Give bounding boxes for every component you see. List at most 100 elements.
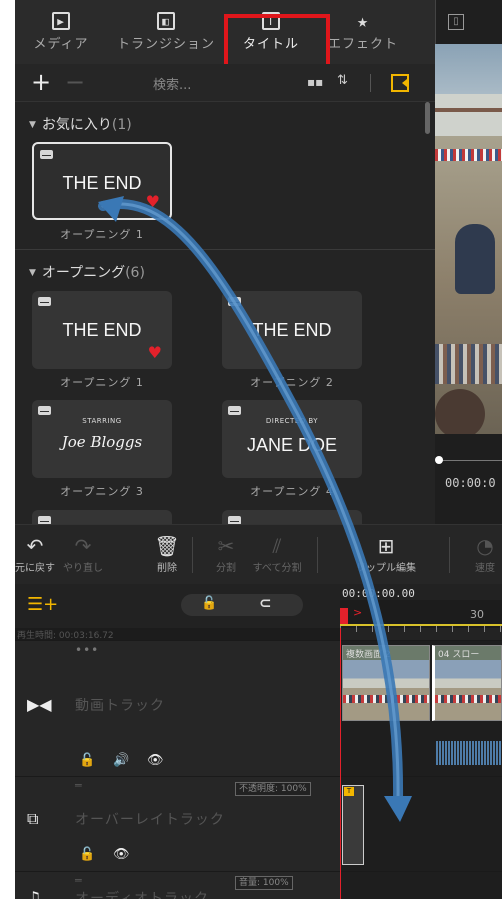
toolbar-divider xyxy=(317,537,318,573)
preview-building xyxy=(435,94,502,136)
preview-crowd xyxy=(435,344,502,384)
audio-track-icon: ♫ xyxy=(27,888,42,899)
card-caption: オープニング 1 xyxy=(60,228,144,241)
overlay-track-icon: ⧉ xyxy=(27,809,39,828)
reorder-handle-icon[interactable]: ═ xyxy=(75,779,82,792)
toolbar-divider xyxy=(449,537,450,573)
preview-controls: 00:00:0 xyxy=(435,434,502,524)
ruler-ticks xyxy=(340,626,502,632)
audio-track-header[interactable]: ═ 音量: 100% ♫ オーディオトラック xyxy=(15,871,340,899)
grid-view-icon[interactable]: ▪▪ xyxy=(307,76,323,88)
library-scrollbar[interactable] xyxy=(425,102,430,134)
opening-header[interactable]: ▼ オープニング(6) xyxy=(29,262,145,282)
video-track-icon: ▶◀ xyxy=(27,695,52,714)
seek-handle[interactable] xyxy=(435,456,443,464)
video-track-header[interactable]: ••• ▶◀ 動画トラック 🔓 🔊 👁 xyxy=(15,640,340,776)
speed-button[interactable]: ◔ 速度 xyxy=(455,533,502,574)
effect-icon: ★ xyxy=(357,10,369,32)
playhead-line xyxy=(340,628,341,899)
timecode: 00:00:00.00 xyxy=(342,587,415,600)
collapse-icon: ▼ xyxy=(29,268,36,278)
toolbar-divider xyxy=(370,74,371,92)
eye-icon[interactable]: 👁 xyxy=(147,753,164,768)
title-tab-highlight xyxy=(224,14,330,70)
library-toolbar: + − 検索... ▪▪ ⇅ xyxy=(15,64,435,102)
preview-toolbar: ▯ xyxy=(435,0,502,44)
add-track-icon[interactable]: ☰+ xyxy=(27,594,58,615)
delete-button[interactable]: 🗑 削除 xyxy=(137,533,197,574)
split-all-icon: ⫽ xyxy=(272,534,282,558)
tab-transition[interactable]: ◧ トランジション xyxy=(107,0,225,64)
audio-track-area[interactable] xyxy=(340,871,502,899)
card-caption: オープニング 1 xyxy=(60,376,144,389)
playhead-arrow-icon: > xyxy=(353,606,363,619)
preview-person xyxy=(455,224,495,294)
title-card-opening-4[interactable]: DIRECTED BY JANE DOE xyxy=(222,400,362,478)
lock-icon[interactable]: 🔓 xyxy=(79,753,95,768)
video-track-area[interactable]: 複数画面 2 04 スロー xyxy=(340,640,502,776)
title-card-opening-1[interactable]: THE END ♥ xyxy=(32,291,172,369)
tab-media[interactable]: ▶ メディア xyxy=(15,0,107,64)
video-preview xyxy=(435,44,502,434)
title-card-opening-5[interactable] xyxy=(32,510,172,524)
transition-icon: ◧ xyxy=(157,12,175,30)
title-card-opening-3[interactable]: STARRING Joe Bloggs xyxy=(32,400,172,478)
reorder-handle-icon[interactable]: ═ xyxy=(75,874,82,887)
video-clip[interactable]: 04 スロー xyxy=(432,645,502,721)
audio-waveform xyxy=(436,741,502,765)
collapse-icon: ▼ xyxy=(29,120,36,130)
remove-button[interactable]: − xyxy=(65,68,85,96)
tab-effect[interactable]: ★ エフェクト xyxy=(317,0,409,64)
overlay-track-header[interactable]: ═ 不透明度: 100% ⧉ オーバーレイトラック 🔓 👁 xyxy=(15,776,340,871)
redo-button[interactable]: ↷ やり直し xyxy=(53,533,113,574)
ruler-mark: 30 xyxy=(470,608,484,621)
add-button[interactable]: + xyxy=(31,68,51,96)
ripple-edit-button[interactable]: ⊞ リップル編集 xyxy=(351,533,421,574)
opacity-field[interactable]: 不透明度: 100% xyxy=(235,782,311,796)
trash-icon: 🗑 xyxy=(154,534,180,558)
lock-icon[interactable]: 🔓 xyxy=(201,596,217,611)
speed-icon: ◔ xyxy=(476,534,494,558)
favorite-heart-icon: ♥ xyxy=(145,192,160,211)
lock-icon[interactable]: 🔓 xyxy=(79,847,95,862)
more-icon[interactable]: ••• xyxy=(75,643,99,657)
title-card-opening-6[interactable] xyxy=(222,510,362,524)
timeline-ruler[interactable]: 30 xyxy=(340,600,502,632)
sort-icon[interactable]: ⇅ xyxy=(337,73,348,88)
title-template-icon xyxy=(38,297,51,306)
favorite-heart-icon: ♥ xyxy=(147,343,162,362)
playhead-handle[interactable] xyxy=(340,608,348,624)
overlay-track-area[interactable] xyxy=(340,776,502,871)
preview-crowd xyxy=(435,149,502,161)
edit-toolbar: ↶ 元に戻す ↷ やり直し 🗑 削除 ✂ 分割 ⫽ すべて分割 ⊞ リップル編集 ◔ 速度 xyxy=(15,524,502,584)
timeline-mode-toggle[interactable] xyxy=(181,594,303,616)
clip-thumbnail xyxy=(343,660,429,720)
crop-icon[interactable]: ▯ xyxy=(448,14,464,30)
duration-label: 再生時間: 00:03:16.72 xyxy=(15,628,340,641)
panel-toggle-icon[interactable] xyxy=(391,74,409,92)
favorites-header[interactable]: ▼ お気に入り(1) xyxy=(29,114,132,134)
volume-field[interactable]: 音量: 100% xyxy=(235,876,293,890)
title-template-icon xyxy=(40,150,53,159)
toolbar-divider xyxy=(192,537,193,573)
title-template-icon xyxy=(38,516,51,524)
title-card-opening-2[interactable]: THE END xyxy=(222,291,362,369)
preview-sky xyxy=(435,44,502,94)
title-template-icon xyxy=(228,516,241,524)
redo-icon: ↷ xyxy=(74,534,92,558)
title-clip[interactable]: T xyxy=(342,785,364,865)
preview-time: 00:00:0 xyxy=(445,476,496,490)
title-library: ▼ お気に入り(1) THE END ♥ オープニング 1 ▼ オープニング(6) … xyxy=(15,102,435,524)
seek-bar[interactable] xyxy=(437,460,502,461)
title-template-icon xyxy=(228,297,241,306)
card-caption: オープニング 4 xyxy=(250,485,334,498)
title-card-favorite[interactable]: THE END ♥ xyxy=(32,142,172,220)
magnet-icon[interactable]: ⊂ xyxy=(259,594,272,612)
ripple-edit-icon: ⊞ xyxy=(377,534,395,558)
volume-icon[interactable]: 🔊 xyxy=(113,753,129,768)
eye-icon[interactable]: 👁 xyxy=(113,847,130,862)
split-all-button[interactable]: ⫽ すべて分割 xyxy=(247,533,307,574)
search-input[interactable]: 検索... xyxy=(153,74,191,93)
title-clip-icon: T xyxy=(344,787,354,796)
video-clip[interactable]: 複数画面 2 xyxy=(342,645,430,721)
